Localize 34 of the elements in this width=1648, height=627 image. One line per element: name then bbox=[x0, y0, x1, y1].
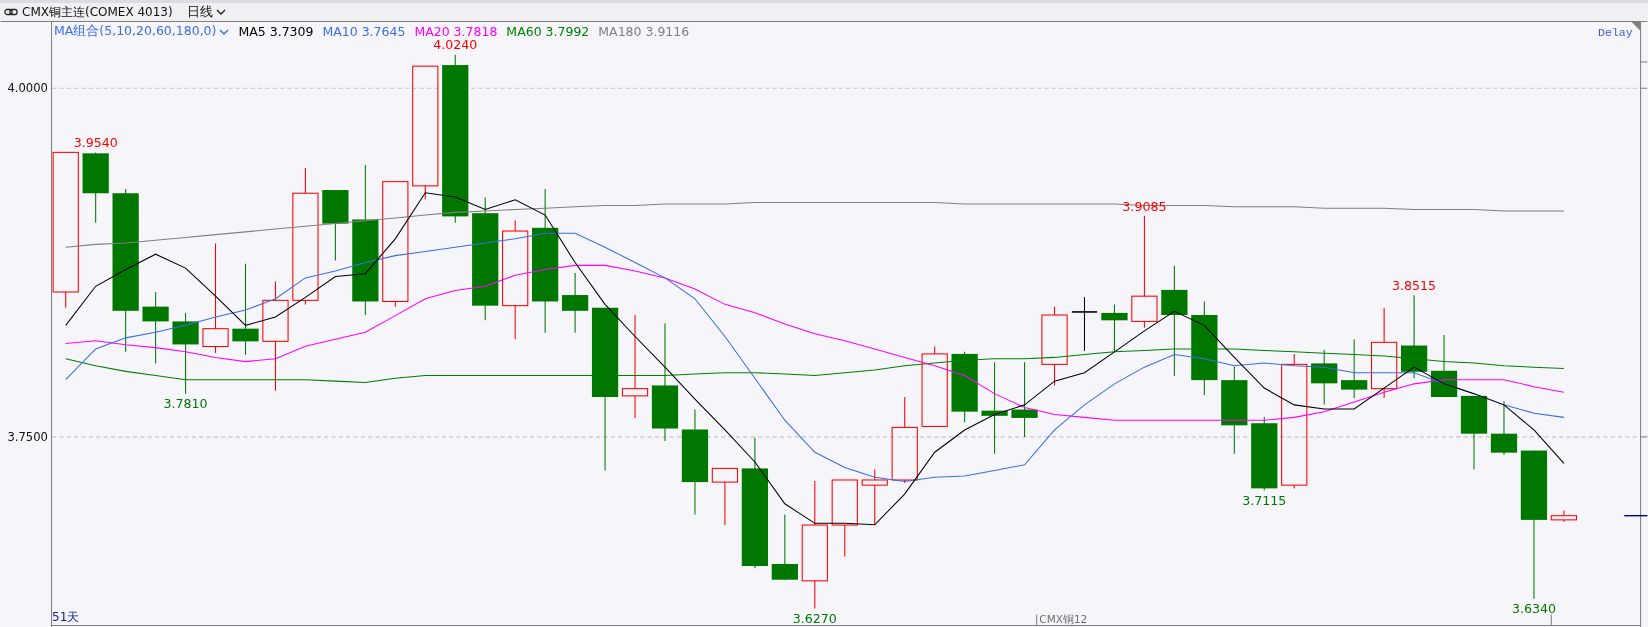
price-extreme-label: 3.6340 bbox=[1511, 601, 1556, 617]
candlestick bbox=[861, 468, 888, 526]
candlestick bbox=[1101, 304, 1128, 353]
contract-marker-label: CMX铜12 bbox=[1039, 612, 1088, 625]
price-extreme-label: 3.7810 bbox=[163, 396, 208, 412]
candlestick bbox=[771, 514, 798, 581]
legend-item: MA5 3.7309 bbox=[238, 24, 314, 39]
legend-item: MA60 3.7992 bbox=[506, 24, 590, 39]
price-extreme-label: 3.6270 bbox=[792, 611, 837, 627]
candlestick bbox=[322, 189, 349, 261]
legend-item: MA10 3.7645 bbox=[322, 24, 406, 39]
y-axis-label: 3.7500 bbox=[7, 430, 48, 445]
candlestick bbox=[561, 272, 589, 334]
price-extreme-label: 3.9540 bbox=[73, 135, 118, 151]
delay-label: Delay bbox=[1598, 25, 1633, 39]
candlestick bbox=[711, 467, 739, 526]
candlestick bbox=[1490, 400, 1518, 456]
price-extreme-label: 3.8515 bbox=[1392, 278, 1437, 294]
candlestick bbox=[1071, 296, 1098, 352]
last-price-marker bbox=[1623, 515, 1648, 517]
link-icon bbox=[4, 8, 18, 16]
price-extreme-label: 3.9085 bbox=[1122, 198, 1167, 214]
candlestick bbox=[1430, 334, 1458, 398]
price-extreme-label: 3.7115 bbox=[1242, 493, 1287, 509]
price-extreme-label: 4.0240 bbox=[433, 37, 478, 53]
period-dropdown[interactable]: 日线 bbox=[186, 3, 226, 21]
candlestick bbox=[1311, 349, 1338, 405]
candlestick bbox=[1550, 509, 1578, 523]
chevron-down-icon bbox=[215, 9, 226, 15]
legend-item: MA20 3.7818 bbox=[414, 24, 498, 39]
legend-item: MA180 3.9116 bbox=[598, 24, 690, 39]
candlestick bbox=[1341, 338, 1368, 399]
y-axis-label: 4.0000 bbox=[7, 81, 48, 96]
day-count-label: 51天 bbox=[52, 609, 80, 624]
